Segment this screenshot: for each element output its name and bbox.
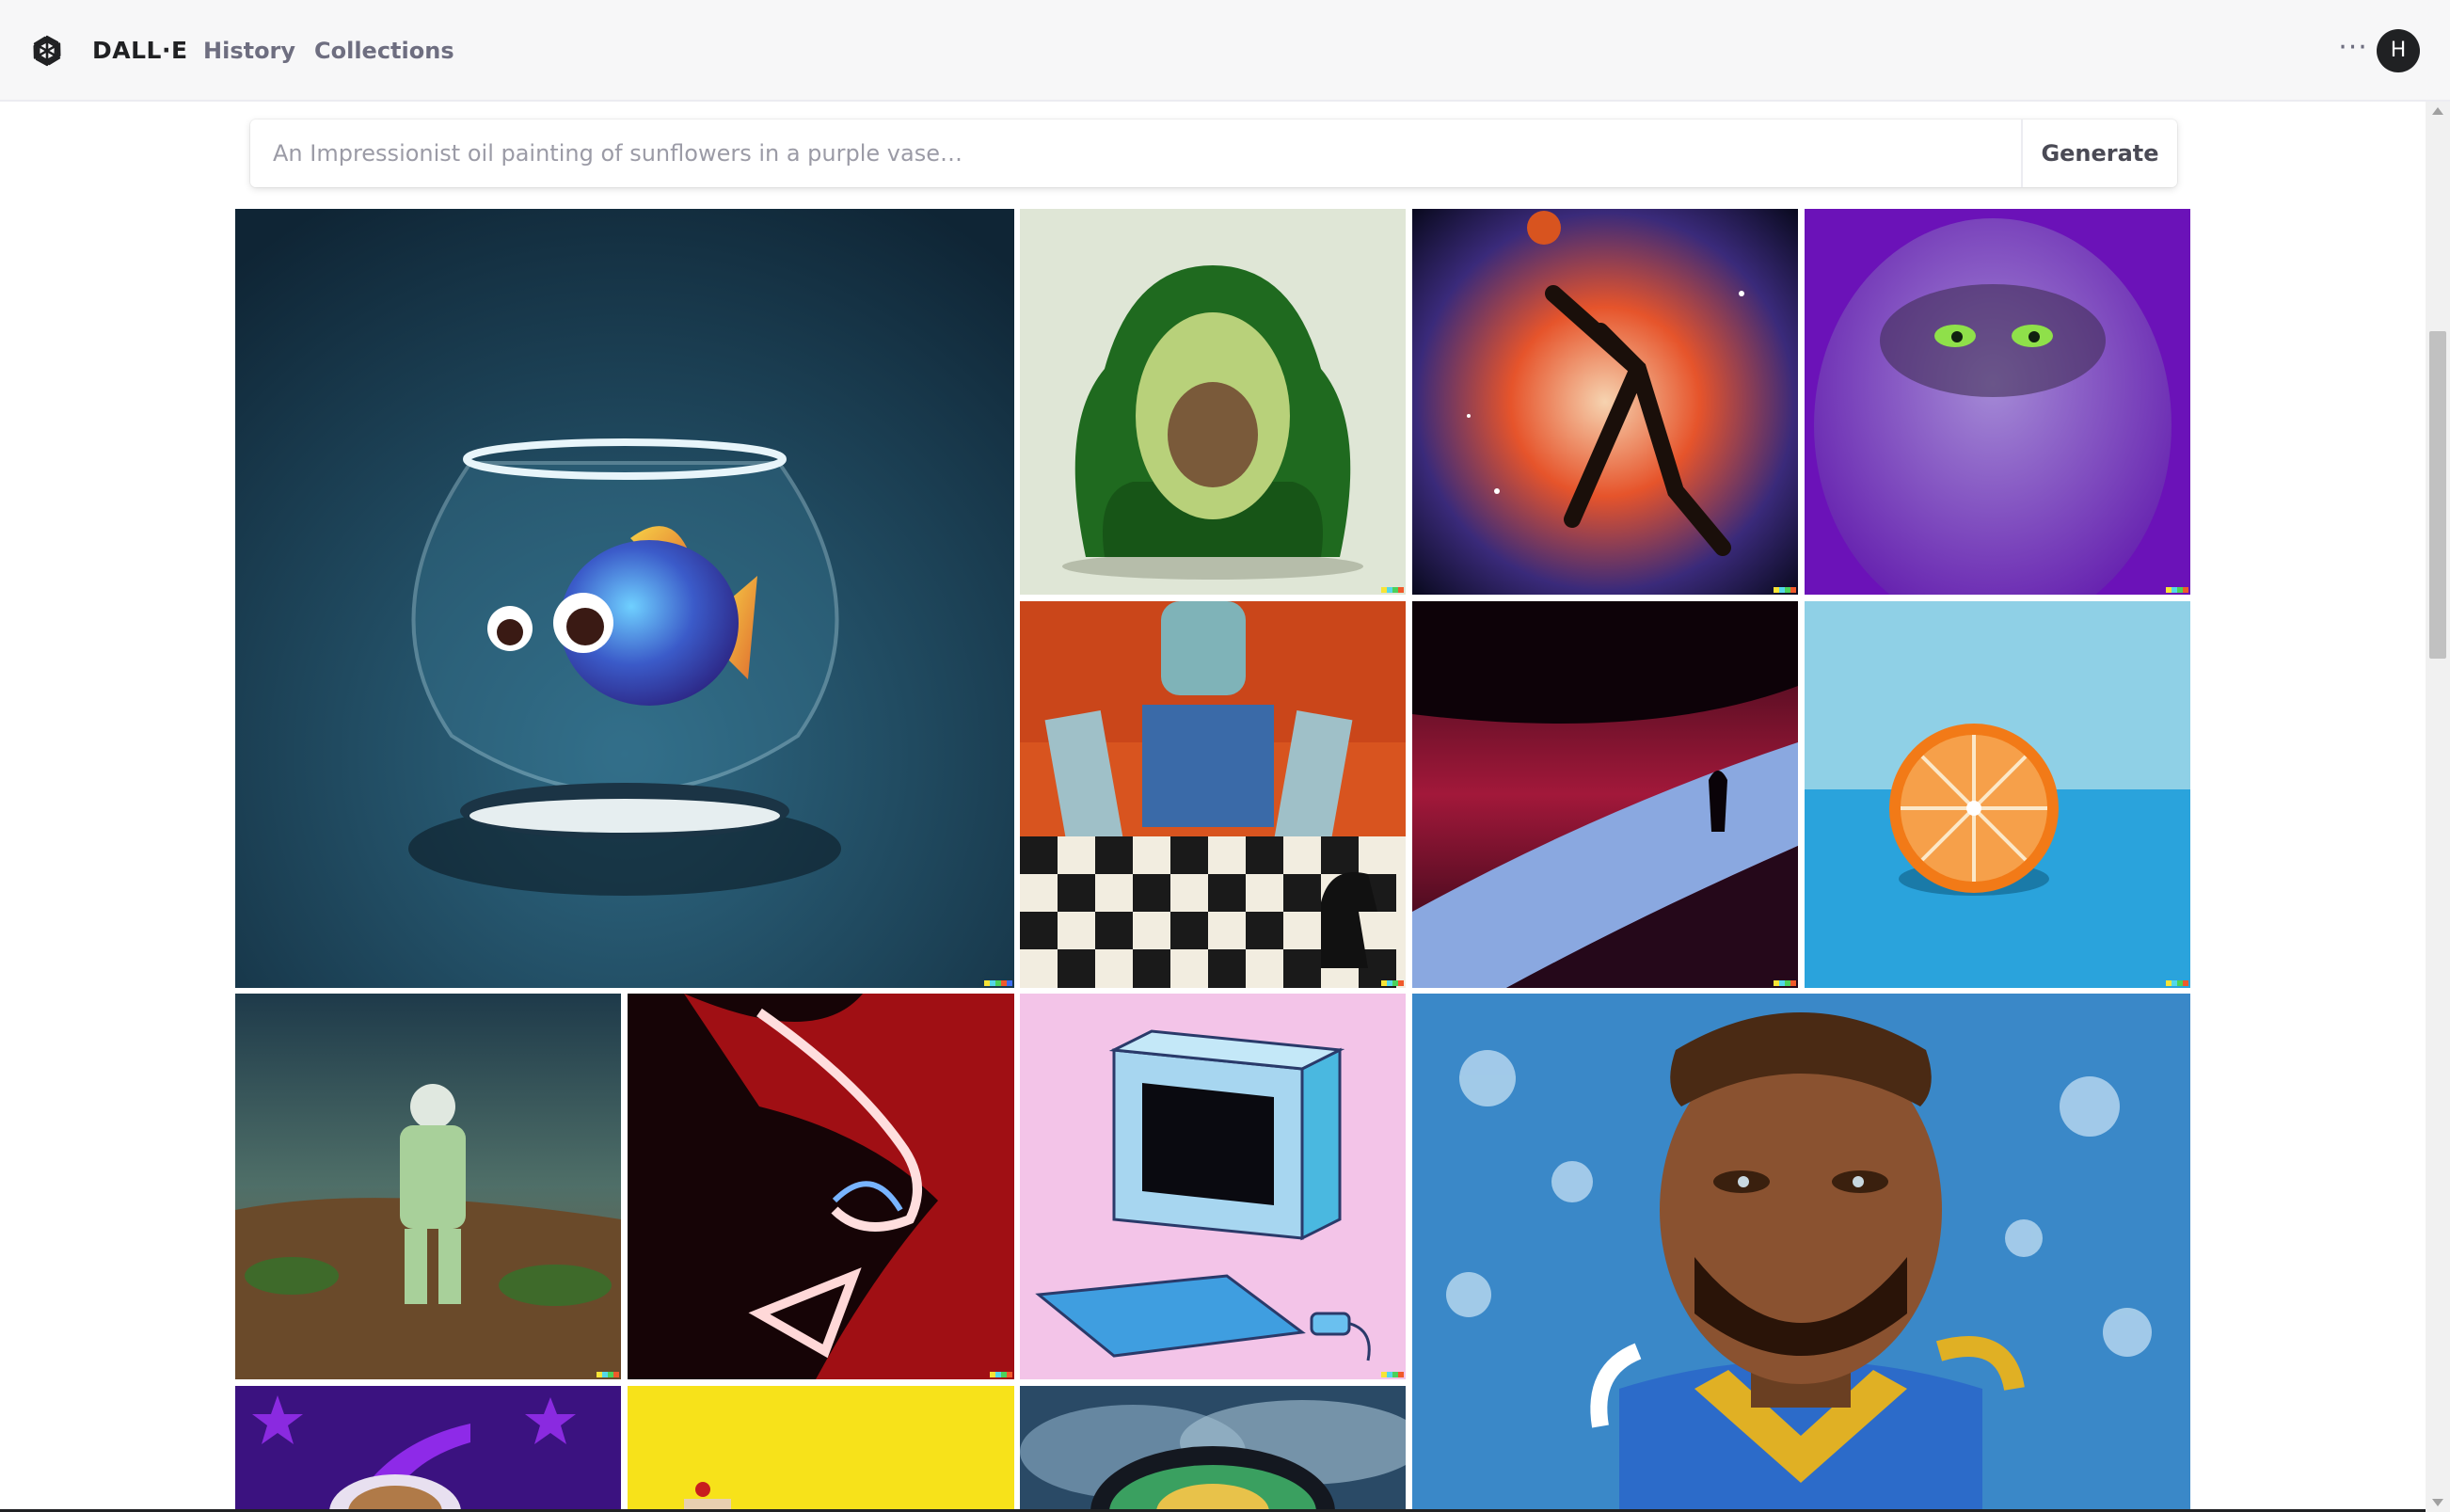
purple-monster-image [1805, 209, 2190, 595]
signature-mark [2166, 980, 2188, 986]
gallery-item-retro-computer[interactable] [1020, 994, 1406, 1379]
gallery-item-robot-chess[interactable] [1020, 601, 1406, 988]
scrollbar-thumb[interactable] [2429, 331, 2446, 659]
signature-mark [984, 980, 1012, 986]
gallery-item-cosmic-bowl[interactable] [1020, 1386, 1406, 1512]
football-player-portrait-image [1412, 994, 2190, 1512]
scroll-down-icon[interactable] [2432, 1499, 2443, 1506]
prompt-bar: Generate [250, 119, 2177, 187]
top-bar: DALL·E History Collections ··· H [0, 0, 2450, 102]
more-options-icon[interactable]: ··· [2333, 32, 2373, 70]
signature-mark [1381, 1372, 1404, 1377]
signature-mark [1381, 587, 1404, 593]
signature-mark [1381, 980, 1404, 986]
gallery-item-astronaut-desert[interactable] [235, 994, 621, 1379]
orange-half-image [1805, 601, 2190, 988]
scrollbar[interactable] [2426, 102, 2450, 1512]
desert-silhouette-image [1412, 601, 1798, 988]
gallery-item-yellow-scene[interactable] [628, 1386, 1014, 1512]
signature-mark [597, 1372, 619, 1377]
signature-mark [990, 1372, 1012, 1377]
astronaut-desert-image [235, 994, 621, 1379]
yellow-scene-image [628, 1386, 1014, 1512]
signature-mark [1774, 980, 1796, 986]
gallery-item-orange-half[interactable] [1805, 601, 2190, 988]
scroll-up-icon[interactable] [2432, 107, 2443, 115]
nav-collections[interactable]: Collections [314, 32, 454, 70]
gallery-item-space-basketball[interactable] [1412, 209, 1798, 595]
prompt-input[interactable] [250, 119, 2019, 187]
gallery-item-football-portrait[interactable] [1412, 994, 2190, 1512]
openai-logo-icon[interactable] [28, 32, 66, 70]
gallery-item-desert-silhouette[interactable] [1412, 601, 1798, 988]
robot-chess-image [1020, 601, 1406, 988]
neon-face-image [628, 994, 1014, 1379]
gallery-item-fish-bowl[interactable] [235, 209, 1014, 988]
brand-title[interactable]: DALL·E [92, 32, 188, 70]
avocado-chair-image [1020, 209, 1406, 595]
generate-button[interactable]: Generate [2021, 119, 2177, 187]
signature-mark [1774, 587, 1796, 593]
nav-history[interactable]: History [203, 32, 295, 70]
gallery-item-purple-monster[interactable] [1805, 209, 2190, 595]
main-content: Generate [0, 102, 2426, 1512]
space-basketball-image [1412, 209, 1798, 595]
gallery-item-avocado-chair[interactable] [1020, 209, 1406, 595]
cosmic-bowl-image [1020, 1386, 1406, 1512]
avatar[interactable]: H [2377, 29, 2420, 72]
gallery-item-neon-face[interactable] [628, 994, 1014, 1379]
gallery-item-space-monkey[interactable] [235, 1386, 621, 1512]
fish-bowl-image [235, 209, 1014, 988]
signature-mark [2166, 587, 2188, 593]
retro-computer-image [1020, 994, 1406, 1379]
space-monkey-image [235, 1386, 621, 1512]
